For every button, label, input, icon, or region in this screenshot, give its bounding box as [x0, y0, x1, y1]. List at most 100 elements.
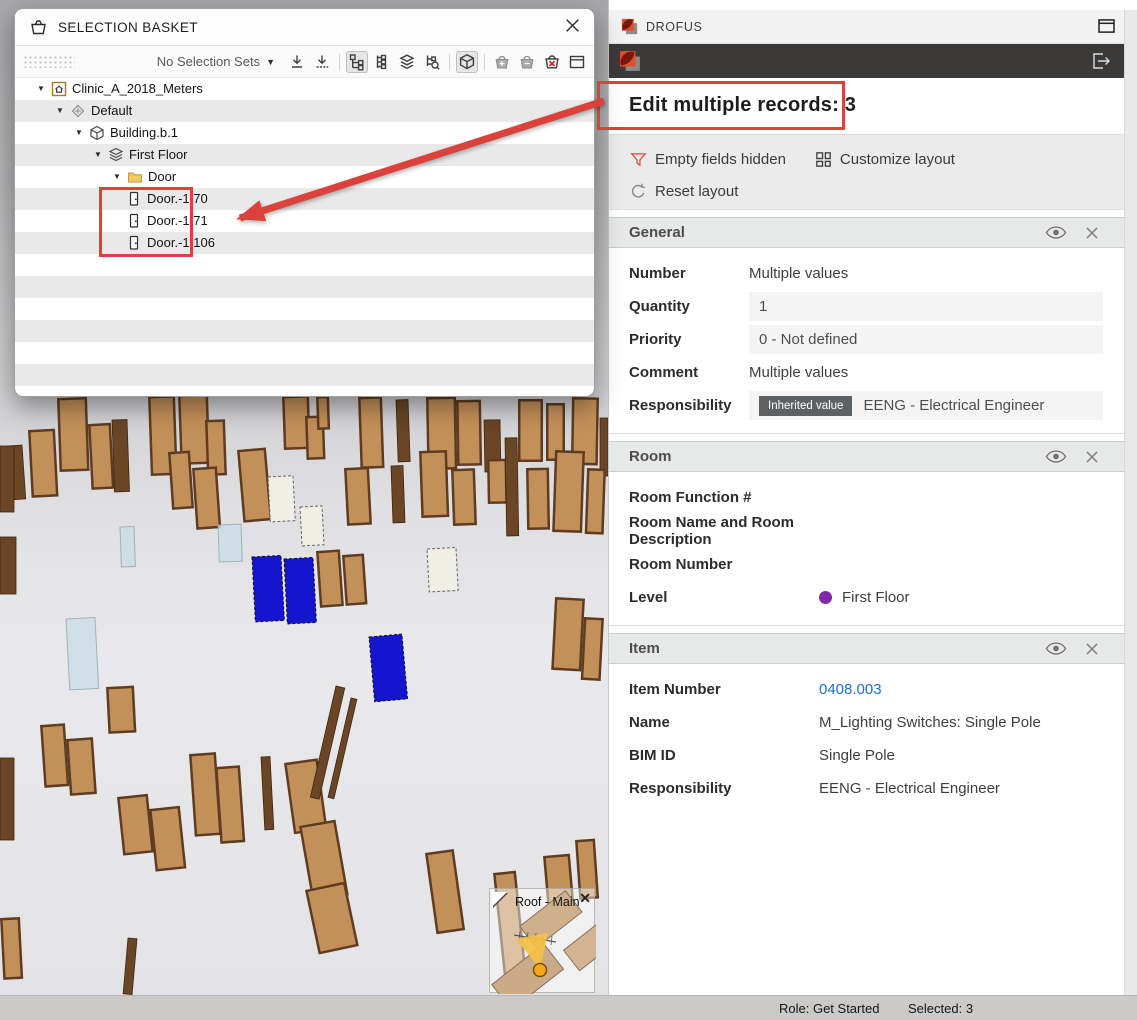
minimap-title: Roof - Main — [515, 895, 580, 909]
field-label: Responsibility — [629, 780, 819, 797]
expand-arrow-icon[interactable]: ▼ — [37, 78, 45, 100]
field-level: Level First Floor — [609, 581, 1125, 614]
reset-icon — [629, 182, 648, 201]
basket-add-icon[interactable] — [491, 51, 513, 73]
section-room-body: Room Function #Room Name and Room Descri… — [609, 472, 1125, 626]
layer-view-icon[interactable] — [396, 51, 418, 73]
tree-row-empty — [15, 342, 594, 364]
field-label: Level — [629, 589, 819, 606]
expand-arrow-icon[interactable]: ▼ — [94, 144, 102, 166]
toolbar-separator — [449, 54, 450, 70]
field-input[interactable]: Inherited value EENG - Electrical Enginee… — [749, 391, 1103, 420]
field-value: EENG - Electrical Engineer — [819, 780, 1000, 797]
window-title: SELECTION BASKET — [58, 20, 198, 35]
tree-item-clinic-a-2018-meters[interactable]: ▼Clinic_A_2018_Meters — [15, 78, 594, 100]
tree-item-door-1-70[interactable]: Door.-1.70 — [15, 188, 594, 210]
tree-item-default[interactable]: ▼ Default — [15, 100, 594, 122]
tree-view-icon[interactable] — [346, 51, 368, 73]
drag-handle[interactable] — [23, 55, 75, 68]
status-selected-count: Selected: 3 — [908, 996, 973, 1020]
drofus-titlebar: DROFUS — [609, 10, 1137, 44]
field-label: Room Name and Room Description — [629, 514, 819, 548]
tree-row-empty — [15, 254, 594, 276]
field-input[interactable]: 1 — [749, 292, 1103, 321]
funnel-icon — [629, 150, 648, 169]
field-input[interactable]: 0 - Not defined — [749, 325, 1103, 354]
close-icon[interactable] — [1085, 226, 1099, 240]
tree-item-label: First Floor — [129, 144, 188, 166]
basket-remove-icon[interactable] — [516, 51, 538, 73]
eye-icon[interactable] — [1045, 226, 1067, 239]
tree-item-label: Default — [91, 100, 132, 122]
door-icon — [126, 235, 142, 251]
field-value: EENG - Electrical Engineer — [863, 397, 1044, 414]
tree-item-first-floor[interactable]: ▼ First Floor — [15, 144, 594, 166]
tree-row-empty — [15, 320, 594, 342]
panel-top-strip — [609, 0, 1137, 10]
tree-row-empty — [15, 298, 594, 320]
import-selection-icon[interactable] — [286, 51, 308, 73]
flat-view-icon[interactable] — [371, 51, 393, 73]
section-room: Room Room Function #Room Name and Room De… — [609, 441, 1125, 626]
export-selection-icon[interactable] — [311, 51, 333, 73]
expand-arrow-icon[interactable]: ▼ — [113, 166, 121, 188]
inherited-value-badge: Inherited value — [759, 396, 852, 416]
section-title: Room — [629, 448, 1027, 465]
eye-icon[interactable] — [1045, 642, 1067, 655]
customize-layout-button[interactable]: Customize layout — [814, 150, 955, 169]
site-icon — [70, 103, 86, 119]
close-icon[interactable] — [565, 18, 580, 33]
field-number: NumberMultiple values — [609, 257, 1125, 290]
layout-grid-icon — [814, 150, 833, 169]
empty-fields-hidden-button[interactable]: Empty fields hidden — [629, 150, 786, 169]
section-general-header: General — [609, 217, 1125, 248]
basket-icon — [29, 18, 48, 36]
section-item-body: Item Number0408.003NameM_Lighting Switch… — [609, 664, 1125, 816]
field-label: Priority — [629, 331, 749, 348]
tree-item-label: Door.-1.106 — [147, 232, 215, 254]
field-priority: Priority 0 - Not defined — [609, 323, 1125, 356]
camera-position-dot[interactable] — [534, 964, 547, 977]
tree-item-building-b-1[interactable]: ▼Building.b.1 — [15, 122, 594, 144]
field-label: Item Number — [629, 681, 819, 698]
minimap-close-icon[interactable]: ✕ — [579, 891, 591, 905]
show-3d-icon[interactable] — [456, 51, 478, 73]
new-window-icon[interactable] — [566, 51, 588, 73]
tree-item-label: Door.-1.71 — [147, 210, 208, 232]
window-panel-icon[interactable] — [1098, 19, 1115, 34]
tree-item-door-1-71[interactable]: Door.-1.71 — [15, 210, 594, 232]
reset-layout-button[interactable]: Reset layout — [629, 182, 738, 201]
field-value: 0 - Not defined — [759, 331, 857, 348]
field-responsibility: ResponsibilityInherited valueEENG - Elec… — [609, 389, 1125, 422]
expand-arrow-icon[interactable]: ▼ — [56, 100, 64, 122]
door-icon — [126, 191, 142, 207]
field-value: Multiple values — [749, 265, 848, 282]
toolbar-separator — [484, 54, 485, 70]
field-value: First Floor — [842, 589, 910, 606]
close-icon[interactable] — [1085, 450, 1099, 464]
section-general: GeneralNumberMultiple valuesQuantity1Pri… — [609, 217, 1125, 434]
field-sections: GeneralNumberMultiple valuesQuantity1Pri… — [609, 210, 1125, 995]
item-number-link[interactable]: 0408.003 — [819, 681, 882, 698]
selection-basket-toolbar: No Selection Sets ▼ — [15, 46, 594, 78]
selection-sets-dropdown[interactable]: No Selection Sets ▼ — [157, 54, 275, 69]
folder-icon — [127, 169, 143, 185]
minimap-corner-icon[interactable] — [492, 892, 507, 907]
layout-toolbar: Empty fields hidden Customize layout Res… — [609, 134, 1125, 210]
field-value: Multiple values — [749, 364, 848, 381]
eye-icon[interactable] — [1045, 450, 1067, 463]
expand-arrow-icon[interactable]: ▼ — [75, 122, 83, 144]
panel-scrollbar-gutter[interactable] — [1124, 10, 1137, 995]
basket-clear-icon[interactable] — [541, 51, 563, 73]
selection-sets-label: No Selection Sets — [157, 54, 260, 69]
tree-item-door-1-106[interactable]: Door.-1.106 — [15, 232, 594, 254]
field-value: M_Lighting Switches: Single Pole — [819, 714, 1041, 731]
logout-icon[interactable] — [1087, 48, 1113, 74]
locate-in-tree-icon[interactable] — [421, 51, 443, 73]
tree-item-label: Door.-1.70 — [147, 188, 208, 210]
floor-icon — [108, 147, 124, 163]
close-icon[interactable] — [1085, 642, 1099, 656]
tree-item-door[interactable]: ▼Door — [15, 166, 594, 188]
selection-basket-window: SELECTION BASKET No Selection Sets ▼ ▼Cl… — [14, 8, 595, 397]
minimap-overlay[interactable]: Roof - Main ✕ — [489, 888, 595, 993]
